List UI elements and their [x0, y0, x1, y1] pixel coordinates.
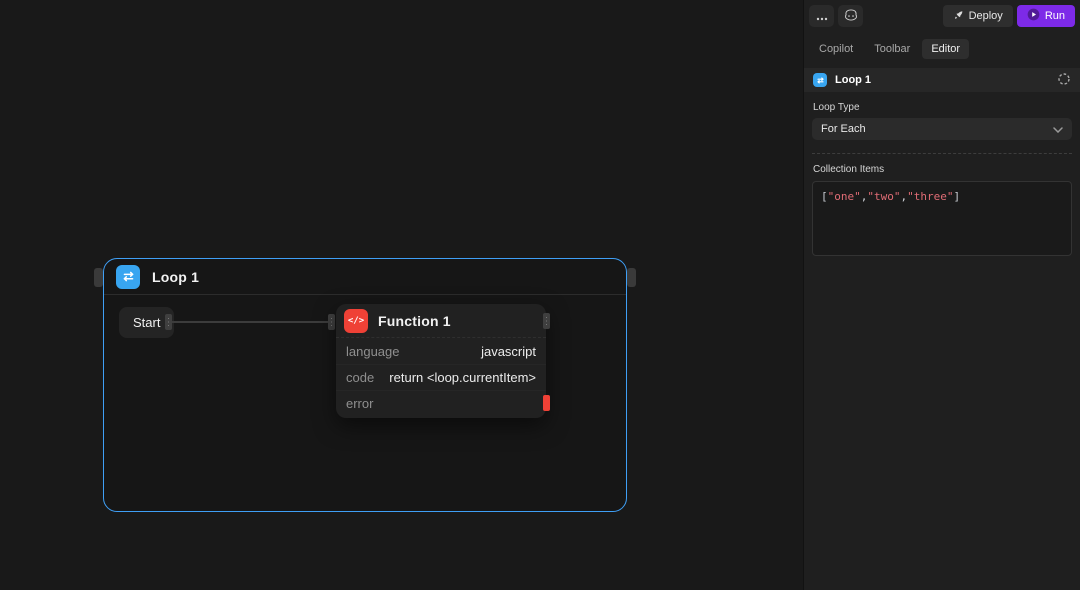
- function-node-title: Function 1: [378, 313, 451, 329]
- inspector-node-header: Loop 1: [804, 68, 1080, 92]
- tab-toolbar[interactable]: Toolbar: [865, 39, 919, 59]
- loop-output-handle[interactable]: [627, 268, 636, 287]
- token-string: "one": [828, 190, 861, 203]
- panel-tabs: Copilot Toolbar Editor: [804, 32, 1080, 65]
- row-label: code: [346, 370, 374, 385]
- run-button[interactable]: Run: [1017, 5, 1075, 27]
- row-value: javascript: [481, 344, 536, 359]
- edge-start-to-function[interactable]: [172, 321, 332, 323]
- loop-type-value: For Each: [821, 123, 866, 135]
- run-label: Run: [1045, 10, 1065, 22]
- collection-items-editor[interactable]: ["one","two","three"]: [812, 181, 1072, 256]
- loop-icon: [116, 265, 140, 289]
- loop-icon: [813, 73, 827, 87]
- collection-items-label: Collection Items: [813, 164, 1071, 175]
- function-row-language[interactable]: language javascript: [336, 338, 546, 364]
- start-output-handle[interactable]: [165, 314, 172, 330]
- chevron-down-icon: [1053, 120, 1063, 138]
- loop-type-select[interactable]: For Each: [812, 118, 1072, 140]
- tab-copilot[interactable]: Copilot: [810, 39, 862, 59]
- flow-canvas[interactable]: Loop 1 Start </> Function 1 language jav…: [0, 0, 803, 590]
- function-row-error[interactable]: error: [336, 390, 546, 416]
- loop-node[interactable]: Loop 1 Start </> Function 1 language jav…: [103, 258, 627, 512]
- function-input-handle[interactable]: [328, 314, 335, 330]
- sync-button[interactable]: [1057, 72, 1071, 89]
- deploy-label: Deploy: [969, 10, 1003, 22]
- token-string: "three": [907, 190, 953, 203]
- token-string: "two": [867, 190, 900, 203]
- copilot-button[interactable]: [838, 5, 863, 27]
- app-root: Loop 1 Start </> Function 1 language jav…: [0, 0, 1080, 590]
- function-node-header: </> Function 1: [336, 304, 546, 338]
- ellipsis-icon: [816, 9, 828, 24]
- code-icon: </>: [344, 309, 368, 333]
- deploy-button[interactable]: Deploy: [943, 5, 1013, 27]
- function-node[interactable]: </> Function 1 language javascript code …: [336, 304, 546, 418]
- tab-editor[interactable]: Editor: [922, 39, 969, 59]
- token-bracket-open: [: [821, 190, 828, 203]
- start-node-label: Start: [133, 315, 160, 330]
- loop-node-title: Loop 1: [152, 269, 199, 285]
- panel-divider: [812, 153, 1072, 154]
- row-label: language: [346, 344, 400, 359]
- inspector-node-title: Loop 1: [835, 74, 871, 86]
- function-error-handle[interactable]: [543, 395, 550, 411]
- token-bracket-close: ]: [953, 190, 960, 203]
- function-row-code[interactable]: code return <loop.currentItem>: [336, 364, 546, 390]
- function-output-handle[interactable]: [543, 313, 550, 329]
- loop-type-label: Loop Type: [813, 102, 1071, 113]
- row-value: return <loop.currentItem>: [389, 370, 536, 385]
- inspector-panel: Deploy Run Copilot Toolbar Editor: [803, 0, 1080, 590]
- play-icon: [1027, 8, 1040, 24]
- loop-input-handle[interactable]: [94, 268, 103, 287]
- rocket-icon: [953, 9, 964, 23]
- loop-node-header: Loop 1: [104, 259, 626, 295]
- copilot-icon: [844, 8, 858, 25]
- more-options-button[interactable]: [809, 5, 834, 27]
- panel-toolbar: Deploy Run: [804, 0, 1080, 32]
- sync-icon: [1057, 72, 1071, 89]
- row-label: error: [346, 396, 373, 411]
- code-line: ["one","two","three"]: [821, 190, 960, 203]
